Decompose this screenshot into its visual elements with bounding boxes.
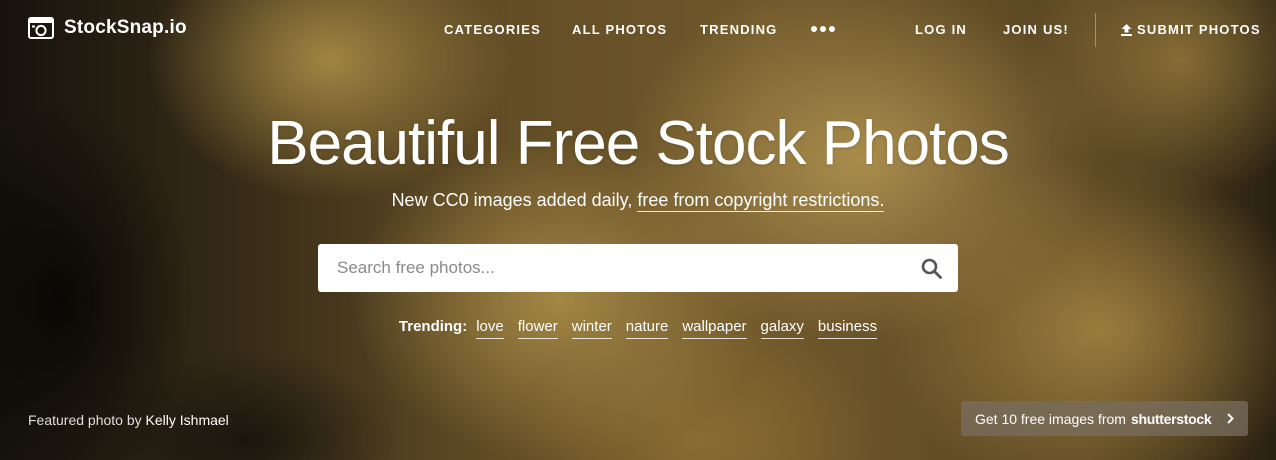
dot: [820, 26, 826, 32]
site-logo[interactable]: StockSnap.io: [28, 17, 187, 39]
trending-tags: Trending: love flower winter nature wall…: [0, 318, 1276, 339]
page-title: Beautiful Free Stock Photos: [267, 109, 1010, 178]
credit-prefix: Featured photo by: [28, 412, 146, 428]
nav-log-in[interactable]: LOG IN: [915, 22, 967, 37]
trending-tag-love[interactable]: love: [476, 318, 504, 339]
promo-text: Get 10 free images from: [975, 410, 1126, 427]
search-box: [318, 244, 958, 292]
subtitle-text: New CC0 images added daily,: [391, 190, 638, 210]
shutterstock-logo: shutterstock: [1130, 410, 1212, 427]
hero-overlay: [0, 0, 1276, 460]
trending-label: Trending:: [398, 318, 468, 335]
trending-tag-nature[interactable]: nature: [625, 318, 669, 339]
shutterstock-promo-button[interactable]: Get 10 free images from shutterstock: [961, 401, 1248, 436]
submit-photos-button[interactable]: SUBMIT PHOTOS: [1121, 22, 1261, 37]
submit-photos-label: SUBMIT PHOTOS: [1137, 22, 1261, 37]
nav-join-us[interactable]: JOIN US!: [1003, 22, 1069, 37]
credit-author-link[interactable]: Kelly Ishmael: [146, 412, 229, 428]
trending-tag-galaxy[interactable]: galaxy: [760, 318, 804, 339]
nav-categories[interactable]: CATEGORIES: [444, 22, 541, 37]
page-subtitle: New CC0 images added daily, free from co…: [0, 190, 1276, 212]
search-icon[interactable]: [921, 258, 942, 279]
trending-tag-wallpaper[interactable]: wallpaper: [682, 318, 747, 339]
trending-tag-winter[interactable]: winter: [571, 318, 612, 339]
camera-logo-icon: [28, 17, 54, 39]
dot: [811, 26, 817, 32]
nav-divider: [1095, 13, 1096, 47]
hero-banner: StockSnap.io CATEGORIES ALL PHOTOS TREND…: [0, 0, 1276, 460]
trending-tag-business[interactable]: business: [817, 318, 878, 339]
logo-text: StockSnap.io: [64, 17, 187, 38]
nav-all-photos[interactable]: ALL PHOTOS: [572, 22, 667, 37]
search-input[interactable]: [337, 258, 897, 278]
upload-icon: [1121, 23, 1132, 36]
more-dots-icon[interactable]: [811, 26, 835, 32]
chevron-right-icon: [1227, 413, 1234, 424]
photo-credit: Featured photo by Kelly Ishmael: [28, 412, 229, 428]
nav-trending[interactable]: TRENDING: [700, 22, 778, 37]
dot: [829, 26, 835, 32]
copyright-link[interactable]: free from copyright restrictions.: [637, 190, 885, 212]
trending-tag-flower[interactable]: flower: [517, 318, 558, 339]
